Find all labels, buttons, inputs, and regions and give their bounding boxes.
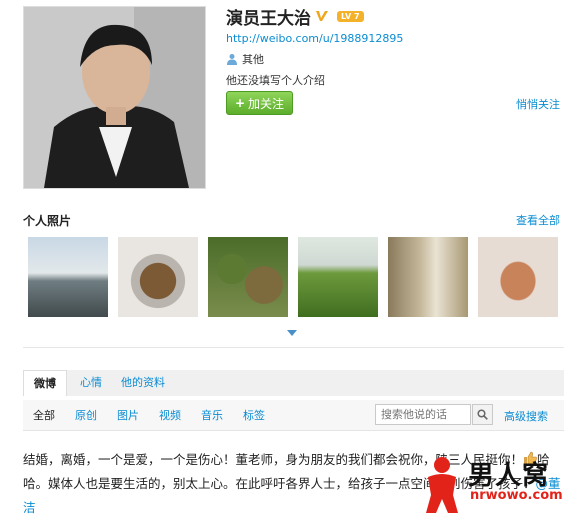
- verified-icon[interactable]: [315, 9, 329, 23]
- filter-videos[interactable]: 视频: [159, 407, 181, 423]
- filter-all[interactable]: 全部: [33, 407, 55, 423]
- filter-original[interactable]: 原创: [75, 407, 97, 423]
- photo-thumbnail[interactable]: [478, 237, 558, 317]
- tab-profile-info[interactable]: 他的资料: [111, 370, 175, 396]
- search-input[interactable]: [375, 404, 471, 425]
- filter-images[interactable]: 图片: [117, 407, 139, 423]
- filter-tags[interactable]: 标签: [243, 407, 265, 423]
- photo-thumbnail[interactable]: [208, 237, 288, 317]
- profile-tabs: 微博 心情 他的资料: [23, 370, 564, 396]
- tab-weibo[interactable]: 微博: [23, 370, 67, 396]
- watermark: 男人窝 nrwowo.com: [420, 455, 563, 515]
- avatar-portrait: [24, 7, 205, 188]
- gender-label: 其他: [242, 53, 264, 66]
- level-badge[interactable]: LV 7: [337, 10, 364, 22]
- watermark-url: nrwowo.com: [470, 488, 563, 503]
- filter-music[interactable]: 音乐: [201, 407, 223, 423]
- profile-url-link[interactable]: http://weibo.com/u/1988912895: [226, 32, 403, 45]
- filter-bar: 全部 原创 图片 视频 音乐 标签 高级搜索: [23, 400, 564, 431]
- photo-thumbnail[interactable]: [298, 237, 378, 317]
- avatar[interactable]: [23, 6, 206, 189]
- chevron-down-icon[interactable]: [287, 330, 297, 336]
- photo-strip: [28, 237, 558, 317]
- follow-button-label: 加关注: [248, 96, 285, 111]
- photo-thumbnail[interactable]: [28, 237, 108, 317]
- profile-name-row: 演员王大治 LV 7: [226, 4, 364, 29]
- watermark-logo-icon: [426, 457, 458, 513]
- plus-icon: +: [234, 96, 246, 110]
- search-button[interactable]: [472, 404, 493, 425]
- tab-mood[interactable]: 心情: [70, 370, 112, 396]
- section-divider: [23, 347, 564, 348]
- advanced-search-link[interactable]: 高级搜索: [504, 408, 548, 424]
- profile-name: 演员王大治: [226, 8, 311, 29]
- follow-button[interactable]: + 加关注: [226, 91, 293, 115]
- person-icon: [227, 54, 237, 65]
- quiet-follow-link[interactable]: 悄悄关注: [516, 96, 560, 112]
- photos-title: 个人照片: [23, 214, 72, 228]
- photo-thumbnail[interactable]: [118, 237, 198, 317]
- view-all-photos-link[interactable]: 查看全部: [516, 212, 560, 228]
- photo-thumbnail[interactable]: [388, 237, 468, 317]
- watermark-brand: 男人窝: [468, 461, 550, 491]
- gender-row: 其他: [226, 51, 264, 67]
- search-icon: [477, 409, 488, 420]
- profile-bio: 他还没填写个人介绍: [226, 74, 325, 87]
